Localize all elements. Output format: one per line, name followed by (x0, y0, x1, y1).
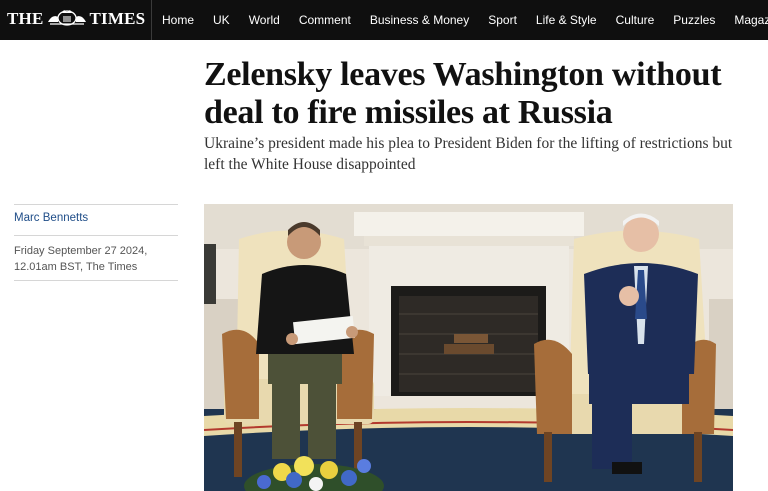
nav-world[interactable]: World (249, 0, 280, 40)
nav-business-money[interactable]: Business & Money (370, 0, 469, 40)
article-headline: Zelensky leaves Washington without deal … (204, 56, 722, 131)
nav-culture[interactable]: Culture (616, 0, 655, 40)
nav-puzzles[interactable]: Puzzles (673, 0, 715, 40)
logo-text-the: THE (7, 9, 44, 28)
byline-divider-bottom (14, 280, 178, 281)
the-times-logo[interactable]: THE TIMES (7, 8, 145, 30)
publish-date-line-2: 12.01am BST, The Times (14, 261, 138, 273)
author-link[interactable]: Marc Bennetts (14, 212, 88, 224)
nav-sport[interactable]: Sport (488, 0, 517, 40)
top-navigation-bar: THE TIMES Home UK World Comment Business… (0, 0, 768, 40)
byline-divider-top (14, 204, 178, 205)
byline-divider-middle (14, 235, 178, 236)
main-nav: Home UK World Comment Business & Money S… (152, 0, 768, 40)
publish-date-line-1: Friday September 27 2024, (14, 245, 148, 257)
nav-magazines[interactable]: Magazines (734, 0, 768, 40)
nav-home[interactable]: Home (162, 0, 194, 40)
article-photo (204, 204, 733, 491)
nav-uk[interactable]: UK (213, 0, 230, 40)
royal-crest-icon (46, 8, 88, 31)
article-standfirst: Ukraine’s president made his plea to Pre… (204, 135, 733, 173)
nav-life-style[interactable]: Life & Style (536, 0, 597, 40)
publish-date: Friday September 27 2024, 12.01am BST, T… (14, 243, 184, 275)
nav-comment[interactable]: Comment (299, 0, 351, 40)
logo-text-times: TIMES (89, 9, 146, 28)
